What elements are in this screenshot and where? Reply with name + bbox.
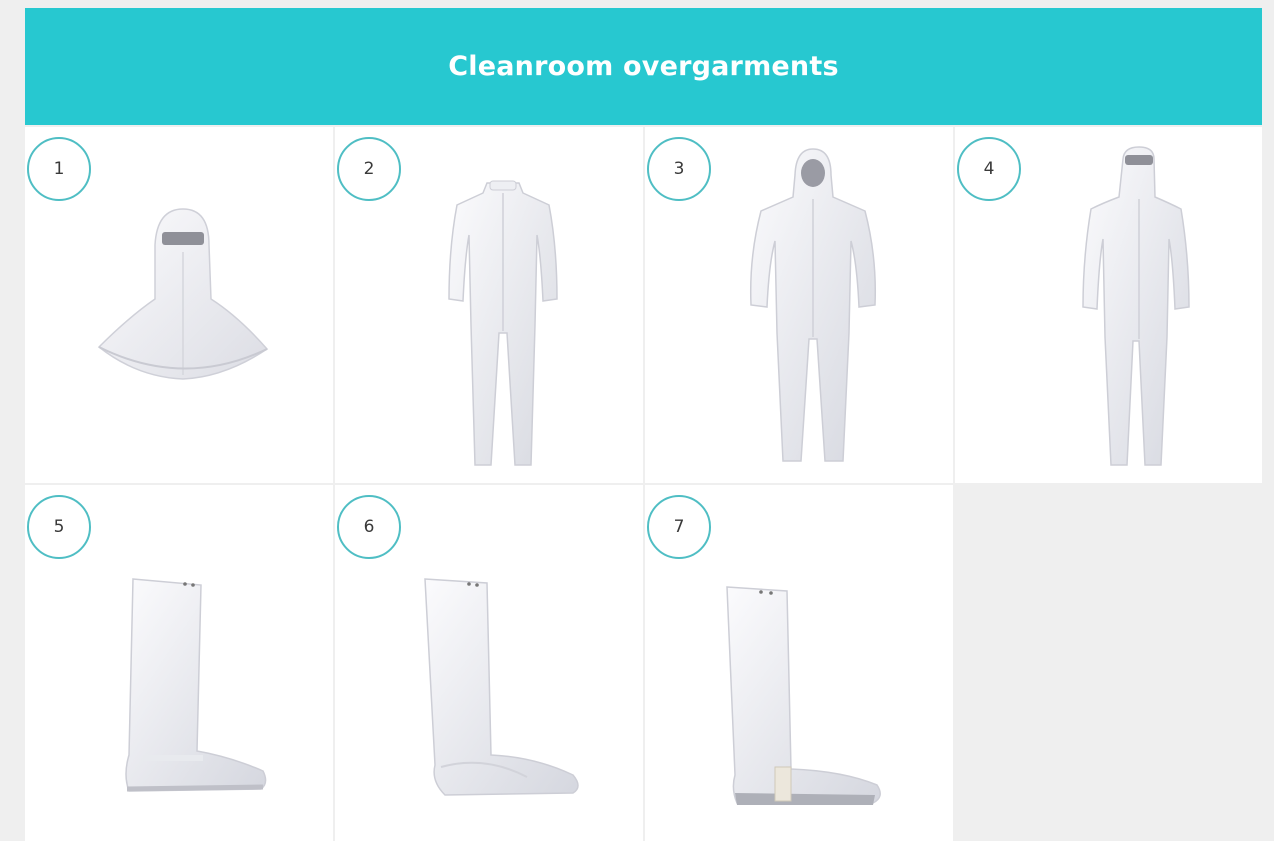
- garment-card-2[interactable]: 2: [335, 127, 643, 483]
- garment-card-5[interactable]: 5: [25, 485, 333, 841]
- tall-boot-cover-icon: [125, 578, 267, 792]
- coverall-with-hood-icon: [1082, 146, 1190, 466]
- hooded-coverall-icon: [749, 148, 877, 462]
- boot-cover-icon: [424, 578, 579, 796]
- garment-card-7[interactable]: 7: [645, 485, 953, 841]
- page-header: Cleanroom overgarments: [25, 8, 1262, 125]
- page-title: Cleanroom overgarments: [448, 51, 839, 82]
- hood-icon: [97, 208, 269, 380]
- garment-card-4[interactable]: 4: [955, 127, 1262, 483]
- garment-card-1[interactable]: 1: [25, 127, 333, 483]
- garment-card-3[interactable]: 3: [645, 127, 953, 483]
- coverall-icon: [448, 180, 558, 466]
- garment-card-6[interactable]: 6: [335, 485, 643, 841]
- boot-cover-strap-icon: [726, 586, 881, 805]
